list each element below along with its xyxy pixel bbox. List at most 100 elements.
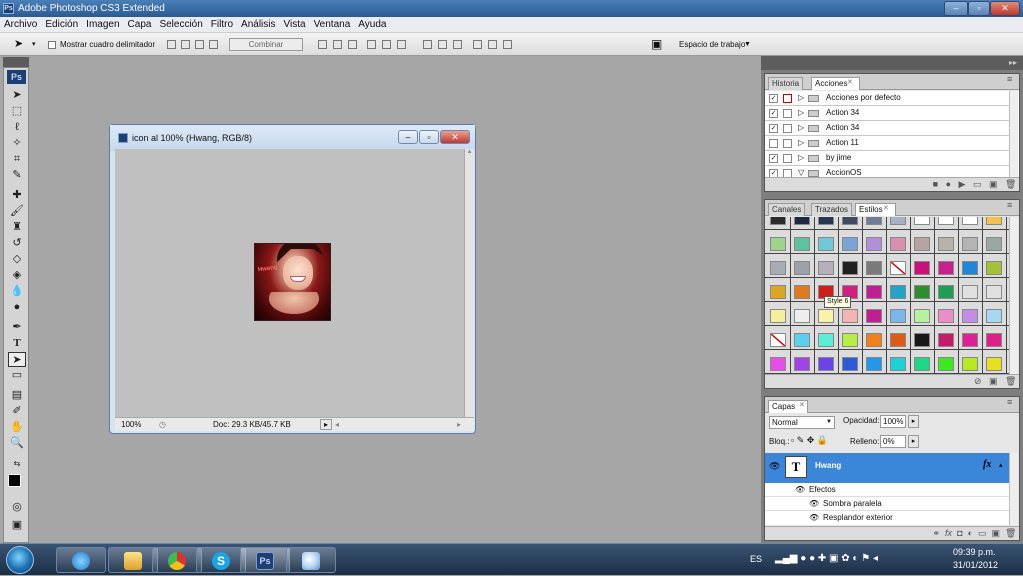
brush-tool-icon[interactable]: 🖌 [8, 204, 26, 219]
link-layers-icon[interactable]: ⚭ [932, 528, 940, 538]
style-swatch[interactable] [770, 357, 786, 371]
style-swatch[interactable] [938, 237, 954, 251]
style-swatch[interactable] [938, 309, 954, 323]
document-canvas[interactable]: Hwang [115, 149, 464, 417]
style-swatch[interactable] [986, 333, 1002, 347]
workspace-icon[interactable]: ▣ [651, 33, 662, 56]
fill-input[interactable]: 0% [880, 435, 906, 448]
distribute-icon[interactable] [438, 40, 447, 49]
style-swatch[interactable] [962, 357, 978, 371]
tab-close-icon[interactable]: ✕ [883, 204, 889, 212]
expand-icon[interactable]: ▷ [798, 151, 804, 165]
style-swatch[interactable] [890, 217, 906, 225]
style-swatch[interactable] [770, 237, 786, 251]
style-swatch[interactable] [890, 357, 906, 371]
list-item[interactable]: ✓ ▷ by jime [765, 151, 1011, 166]
style-swatch[interactable] [770, 333, 786, 347]
style-swatch[interactable] [770, 261, 786, 275]
style-swatch[interactable] [794, 309, 810, 323]
record-icon[interactable]: ● [946, 179, 951, 189]
list-item[interactable]: ✓ ▷ Action 34 [765, 121, 1011, 136]
style-swatch[interactable] [866, 333, 882, 347]
expand-icon[interactable]: ▷ [798, 91, 804, 105]
marquee-tool-icon[interactable]: ⬚ [8, 104, 26, 119]
style-swatch[interactable] [914, 285, 930, 299]
style-swatch[interactable] [914, 357, 930, 371]
menu-ventana[interactable]: Ventana [310, 17, 355, 33]
style-swatch[interactable] [842, 333, 858, 347]
tab-acciones[interactable]: Acciones [811, 77, 861, 90]
distribute-icon[interactable] [453, 40, 462, 49]
maximize-button[interactable]: ▫ [968, 1, 990, 16]
style-swatch[interactable] [890, 237, 906, 251]
align-left-icon[interactable] [367, 40, 376, 49]
align-top-icon[interactable] [318, 40, 327, 49]
layer-row-hwang[interactable]: 👁 T Hwang fx ▴ [765, 453, 1011, 483]
style-swatch[interactable] [962, 285, 978, 299]
style-swatch[interactable] [914, 217, 930, 225]
tab-historia[interactable]: Historia [768, 77, 804, 90]
screen-mode-icon[interactable]: ▣ [8, 518, 26, 533]
style-swatch[interactable] [794, 217, 810, 225]
fx-icon[interactable]: fx [983, 459, 991, 470]
tab-trazados[interactable]: Trazados [811, 203, 853, 216]
style-swatch[interactable] [914, 237, 930, 251]
menu-edicion[interactable]: Edición [41, 17, 82, 33]
play-icon[interactable]: ▶ [959, 179, 966, 189]
add-style-icon[interactable]: fx [945, 528, 952, 538]
style-swatch[interactable] [794, 285, 810, 299]
taskbar-ie[interactable] [56, 547, 106, 573]
opacity-slider-icon[interactable]: ▸ [908, 415, 919, 428]
eyedropper-icon[interactable]: ✐ [8, 404, 26, 419]
healing-brush-icon[interactable]: ✚ [8, 188, 26, 203]
style-swatch[interactable] [986, 285, 1002, 299]
quick-mask-icon[interactable]: ◎ [8, 500, 26, 515]
style-swatch[interactable] [914, 261, 930, 275]
style-swatch[interactable] [794, 261, 810, 275]
expand-icon[interactable]: ▷ [798, 121, 804, 135]
style-swatch[interactable] [818, 261, 834, 275]
fill-slider-icon[interactable]: ▸ [908, 435, 919, 448]
close-button[interactable]: ✕ [990, 1, 1020, 16]
expand-icon[interactable]: ▷ [798, 136, 804, 150]
panel-menu-icon[interactable]: ≡ [1007, 74, 1012, 84]
style-swatch[interactable] [962, 333, 978, 347]
new-style-icon[interactable]: ▣ [989, 376, 998, 386]
effect-drop-shadow-row[interactable]: 👁 Sombra paralela [765, 497, 1011, 511]
style-swatch[interactable] [866, 285, 882, 299]
style-swatch[interactable] [890, 333, 906, 347]
document-window[interactable]: icon al 100% (Hwang, RGB/8) – ▫ ✕ Hwang … [109, 124, 476, 434]
move-tool-icon[interactable]: ➤ [14, 33, 23, 56]
stop-icon[interactable]: ■ [933, 179, 938, 189]
zoom-level[interactable]: 100% [121, 418, 141, 432]
layers-scrollbar[interactable] [1009, 453, 1018, 525]
scroll-left-icon[interactable]: ◂ [335, 418, 339, 432]
style-swatch[interactable] [842, 217, 858, 225]
actions-scrollbar[interactable] [1009, 91, 1018, 179]
status-menu-arrow-icon[interactable]: ▸ [320, 419, 332, 430]
tray-icons[interactable]: ▂▄▆ ● ● ✚ ▣ ✿ ◐ ⚑ ◂ [775, 553, 878, 564]
style-swatch[interactable] [938, 357, 954, 371]
path-selection-icon[interactable]: ➤ [8, 352, 26, 367]
style-swatch[interactable] [962, 261, 978, 275]
style-swatch[interactable] [938, 261, 954, 275]
trash-icon[interactable]: 🗑 [1005, 376, 1016, 386]
panel-menu-icon[interactable]: ≡ [1007, 397, 1012, 407]
history-brush-icon[interactable]: ↺ [8, 236, 26, 251]
workspace-menu[interactable]: Espacio de trabajo [679, 33, 745, 56]
align-icon[interactable] [195, 40, 204, 49]
style-swatch[interactable] [866, 261, 882, 275]
tool-preset-dropdown-icon[interactable]: ▾ [32, 33, 36, 56]
dialog-toggle[interactable] [783, 94, 792, 103]
crop-tool-icon[interactable]: ⌗ [8, 152, 26, 167]
style-swatch[interactable] [938, 333, 954, 347]
adjustment-layer-icon[interactable]: ◐ [968, 528, 973, 538]
magic-wand-icon[interactable]: ✧ [8, 136, 26, 151]
menu-archivo[interactable]: Archivo [0, 17, 41, 33]
lasso-tool-icon[interactable]: ℓ [8, 120, 26, 135]
swap-colors-icon[interactable]: ⇆ [8, 456, 26, 471]
align-icon[interactable] [167, 40, 176, 49]
expand-icon[interactable]: ▷ [798, 106, 804, 120]
distribute-icon[interactable] [488, 40, 497, 49]
style-swatch[interactable] [914, 333, 930, 347]
